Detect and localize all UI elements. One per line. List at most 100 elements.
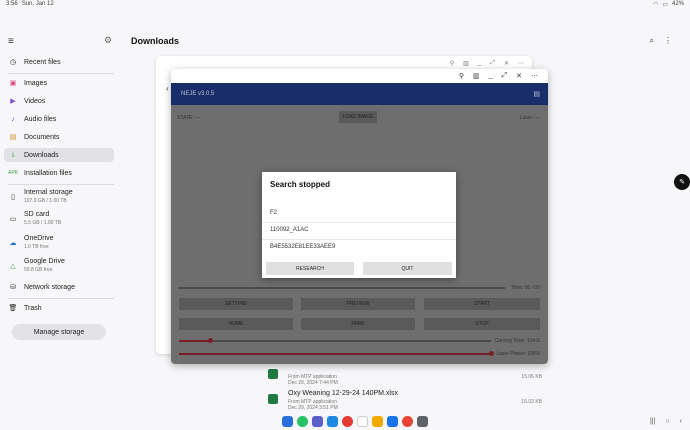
search-stopped-dialog: Search stopped F2 110092_A1AC B4E5532E81…	[262, 172, 456, 278]
date: Sun, Jan 12	[21, 1, 54, 7]
recent-apps-icon[interactable]	[417, 416, 428, 427]
sidebar-item-images[interactable]: ▣ Images	[4, 76, 114, 90]
gear-icon[interactable]: ⚙	[104, 35, 112, 46]
search-icon[interactable]: ⌕	[650, 36, 654, 46]
status-bar: 3:56 Sun, Jan 12 ◠ ▭ 42%	[0, 0, 690, 10]
divider	[8, 298, 114, 299]
sidebar-item-sd-card[interactable]: ▭ SD card 5.5 GB / 1.00 TB	[4, 210, 114, 228]
divider	[262, 222, 456, 223]
maximize-icon[interactable]: ⤢	[490, 60, 495, 67]
menu-icon[interactable]: ≡	[8, 36, 14, 47]
state-label: STATE: ---	[177, 115, 201, 121]
page-title: Downloads	[131, 36, 180, 46]
taskbar-apps	[282, 416, 428, 427]
apk-icon: APK	[8, 170, 19, 176]
trash-icon: 🗑	[8, 305, 18, 312]
slider-fill	[179, 353, 491, 355]
app-launcher-icon[interactable]	[282, 416, 293, 427]
divider	[262, 239, 456, 240]
messenger-icon[interactable]	[327, 416, 338, 427]
sidebar-item-installation-files[interactable]: APK Installation files	[4, 166, 114, 180]
laser-power-label: Laser Power: 100%	[496, 351, 540, 357]
park-button[interactable]: PARK	[301, 318, 415, 330]
list-item[interactable]: Oxy Weaning 12-29-24 140PM.xlsx From MTP…	[268, 390, 548, 412]
window-controls: ⚲ ▥ _ ⤢ ✕ ⋯	[459, 72, 538, 80]
app-header: NEJE v3.0.5 ▤	[171, 83, 548, 105]
sidebar-item-audio-files[interactable]: ♪ Audio files	[4, 112, 114, 126]
more-icon[interactable]: ⋯	[531, 72, 538, 80]
home-button[interactable]: HOME	[179, 318, 293, 330]
sidebar-item-recent-files[interactable]: ◷ Recent files	[4, 55, 114, 69]
app-title: NEJE v3.0.5	[181, 91, 215, 97]
window-controls: ⚲ ▥ _ ⤢ ✕ ⋯	[450, 60, 524, 67]
sidebar-item-documents[interactable]: ▤ Documents	[4, 130, 114, 144]
taskbar: ||| ○ ‹	[0, 414, 690, 430]
sidebar-item-network-storage[interactable]: ⛁ Network storage	[4, 280, 114, 294]
setting-button[interactable]: SETTING	[179, 298, 293, 310]
close-icon[interactable]: ✕	[516, 72, 522, 80]
slider-thumb[interactable]	[207, 338, 213, 343]
list-item[interactable]: From MTP application Dec 29, 2024 7:44 P…	[268, 365, 548, 387]
split-icon[interactable]: ▥	[463, 60, 469, 67]
pin-icon[interactable]: ⚲	[459, 72, 464, 80]
download-icon: ⤓	[11, 151, 15, 158]
split-icon[interactable]: ▥	[473, 72, 480, 80]
sidebar-item-google-drive[interactable]: △ Google Drive 59.8 GB free	[4, 257, 114, 275]
carving-time-slider[interactable]	[179, 338, 491, 343]
app-menu-icon[interactable]: ▤	[533, 90, 540, 98]
phone-icon: ▯	[11, 194, 15, 201]
teams-icon[interactable]	[312, 416, 323, 427]
battery-icon: ▭	[662, 2, 668, 8]
sidebar-item-internal-storage[interactable]: ▯ Internal storage 107.9 GB / 1.00 TB	[4, 188, 114, 206]
contacts-icon[interactable]	[342, 416, 353, 427]
device-item[interactable]: 110092_A1AC	[270, 227, 448, 233]
close-icon[interactable]: ✕	[504, 60, 509, 67]
network-icon: ⛁	[10, 284, 16, 291]
progress-bar	[179, 287, 505, 289]
home-nav-icon[interactable]: ○	[665, 418, 669, 425]
files-icon[interactable]	[372, 416, 383, 427]
sidebar-item-trash[interactable]: 🗑 Trash	[4, 301, 114, 315]
research-button[interactable]: RESEARCH	[266, 262, 354, 275]
document-icon: ▤	[9, 134, 17, 141]
dialog-title: Search stopped	[270, 180, 331, 189]
pen-icon[interactable]: ✎	[674, 174, 690, 190]
chrome-icon[interactable]	[402, 416, 413, 427]
minimize-icon[interactable]: _	[489, 72, 493, 80]
image-icon: ▣	[9, 80, 17, 87]
main-actions: ⌕ ⋮	[650, 36, 672, 46]
music-icon: ♪	[11, 115, 15, 123]
sidebar-item-downloads[interactable]: ⤓ Downloads	[4, 148, 114, 162]
manage-storage-button[interactable]: Manage storage	[12, 324, 106, 340]
excel-file-icon	[268, 369, 278, 379]
stop-button[interactable]: STOP	[424, 318, 540, 330]
back-arrow-icon[interactable]: ‹	[166, 84, 169, 93]
video-icon: ▶	[10, 98, 16, 105]
divider	[8, 184, 114, 185]
notes-icon[interactable]	[357, 416, 368, 427]
battery-level: 42%	[671, 1, 684, 7]
back-nav-icon[interactable]: ‹	[680, 418, 682, 425]
minimize-icon[interactable]: _	[478, 60, 481, 67]
slider-thumb[interactable]	[488, 351, 494, 356]
pin-icon[interactable]: ⚲	[450, 60, 454, 67]
preview-button[interactable]: PREVIEW	[301, 298, 415, 310]
more-options-icon[interactable]: ⋮	[664, 36, 672, 46]
sidebar-item-videos[interactable]: ▶ Videos	[4, 94, 114, 108]
quit-button[interactable]: QUIT	[363, 262, 452, 275]
device-item[interactable]: B4E5532E81EE33AEE9	[270, 244, 448, 250]
whatsapp-icon[interactable]	[297, 416, 308, 427]
laser-power-slider[interactable]	[179, 351, 494, 356]
device-item[interactable]: F2	[270, 210, 448, 216]
sdcard-icon: ▭	[9, 216, 17, 223]
calendar-icon[interactable]	[387, 416, 398, 427]
load-image-button[interactable]: LOAD IMAGE	[339, 111, 377, 123]
cloud-icon: ☁	[9, 240, 17, 247]
maximize-icon[interactable]: ⤢	[502, 72, 508, 80]
sidebar: ≡ ⚙ ◷ Recent files ▣ Images ▶ Videos ♪ A…	[0, 28, 122, 414]
start-button[interactable]: START	[424, 298, 540, 310]
more-icon[interactable]: ⋯	[518, 60, 524, 67]
recents-nav-icon[interactable]: |||	[650, 418, 655, 425]
sidebar-item-onedrive[interactable]: ☁ OneDrive 1.0 TB free	[4, 234, 114, 252]
wifi-icon: ◠	[653, 2, 659, 8]
